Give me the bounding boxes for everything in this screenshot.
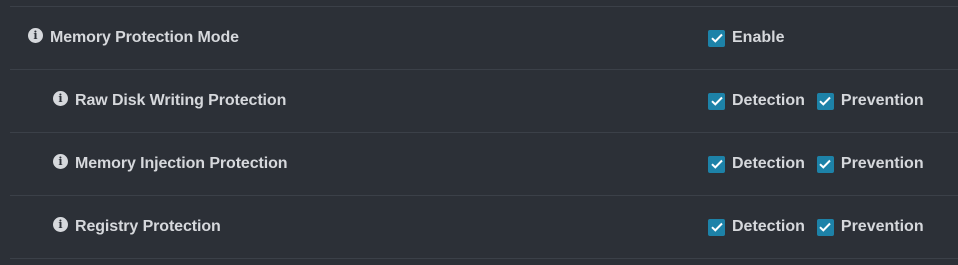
info-icon[interactable]: i <box>53 90 68 106</box>
setting-label: i Memory Protection Mode <box>28 7 239 69</box>
setting-options: Detection Prevention <box>708 196 936 258</box>
info-icon[interactable]: i <box>53 216 68 232</box>
checkbox-label: Enable <box>732 29 785 46</box>
prevention-checkbox[interactable]: Prevention <box>816 92 924 110</box>
info-icon[interactable]: i <box>53 153 68 169</box>
checkbox-checked-icon[interactable] <box>708 155 725 173</box>
setting-row-memory-protection-mode: i Memory Protection Mode Enable <box>10 7 958 70</box>
checkbox-checked-icon[interactable] <box>816 155 834 173</box>
enable-checkbox[interactable]: Enable <box>708 29 784 47</box>
checkbox-checked-icon[interactable] <box>708 29 725 47</box>
detection-checkbox[interactable]: Detection <box>708 155 805 173</box>
prevention-checkbox[interactable]: Prevention <box>816 155 924 173</box>
setting-row-registry-protection: i Registry Protection Detection Preventi… <box>10 196 958 259</box>
checkbox-label: Detection <box>732 218 805 235</box>
setting-label: i Raw Disk Writing Protection <box>53 70 286 132</box>
checkbox-label: Prevention <box>840 92 924 109</box>
memory-protection-settings-panel: i Memory Protection Mode Enable i Raw Di… <box>0 0 958 265</box>
setting-row-memory-injection-protection: i Memory Injection Protection Detection … <box>10 133 958 196</box>
checkbox-label: Prevention <box>840 155 924 172</box>
setting-row-raw-disk-writing-protection: i Raw Disk Writing Protection Detection … <box>10 70 958 133</box>
checkbox-checked-icon[interactable] <box>816 218 834 236</box>
checkbox-label: Prevention <box>840 218 924 235</box>
info-icon[interactable]: i <box>28 27 43 43</box>
checkbox-checked-icon[interactable] <box>816 92 834 110</box>
checkbox-checked-icon[interactable] <box>708 92 725 110</box>
setting-label-text: Memory Injection Protection <box>75 155 288 172</box>
checkbox-label: Detection <box>732 155 805 172</box>
setting-label-text: Registry Protection <box>75 218 221 235</box>
prevention-checkbox[interactable]: Prevention <box>816 218 924 236</box>
setting-label-text: Raw Disk Writing Protection <box>75 92 287 109</box>
setting-label: i Registry Protection <box>53 196 221 258</box>
setting-label: i Memory Injection Protection <box>53 133 288 195</box>
detection-checkbox[interactable]: Detection <box>708 92 805 110</box>
setting-options: Enable <box>708 7 796 69</box>
checkbox-label: Detection <box>732 92 805 109</box>
setting-label-text: Memory Protection Mode <box>50 29 239 46</box>
detection-checkbox[interactable]: Detection <box>708 218 805 236</box>
setting-options: Detection Prevention <box>708 70 936 132</box>
setting-options: Detection Prevention <box>708 133 936 195</box>
checkbox-checked-icon[interactable] <box>708 218 725 236</box>
